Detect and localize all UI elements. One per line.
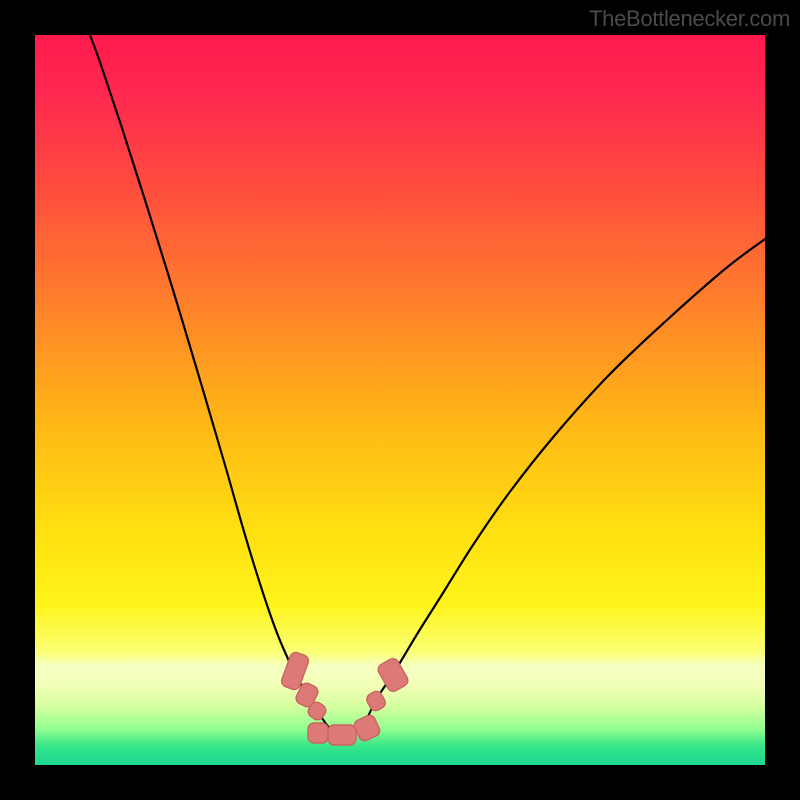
series-bottleneck_curve_left <box>90 35 311 700</box>
credit-label: TheBottlenecker.com <box>589 6 790 32</box>
marker-5 <box>352 713 381 742</box>
marker-3 <box>308 723 328 743</box>
chart-frame: TheBottlenecker.com <box>0 0 800 800</box>
series-bottleneck_curve_right <box>376 239 765 699</box>
plot-area <box>35 35 765 765</box>
marker-6 <box>365 689 388 713</box>
marker-7 <box>376 657 410 694</box>
chart-curves <box>35 35 765 765</box>
marker-4 <box>328 725 356 745</box>
